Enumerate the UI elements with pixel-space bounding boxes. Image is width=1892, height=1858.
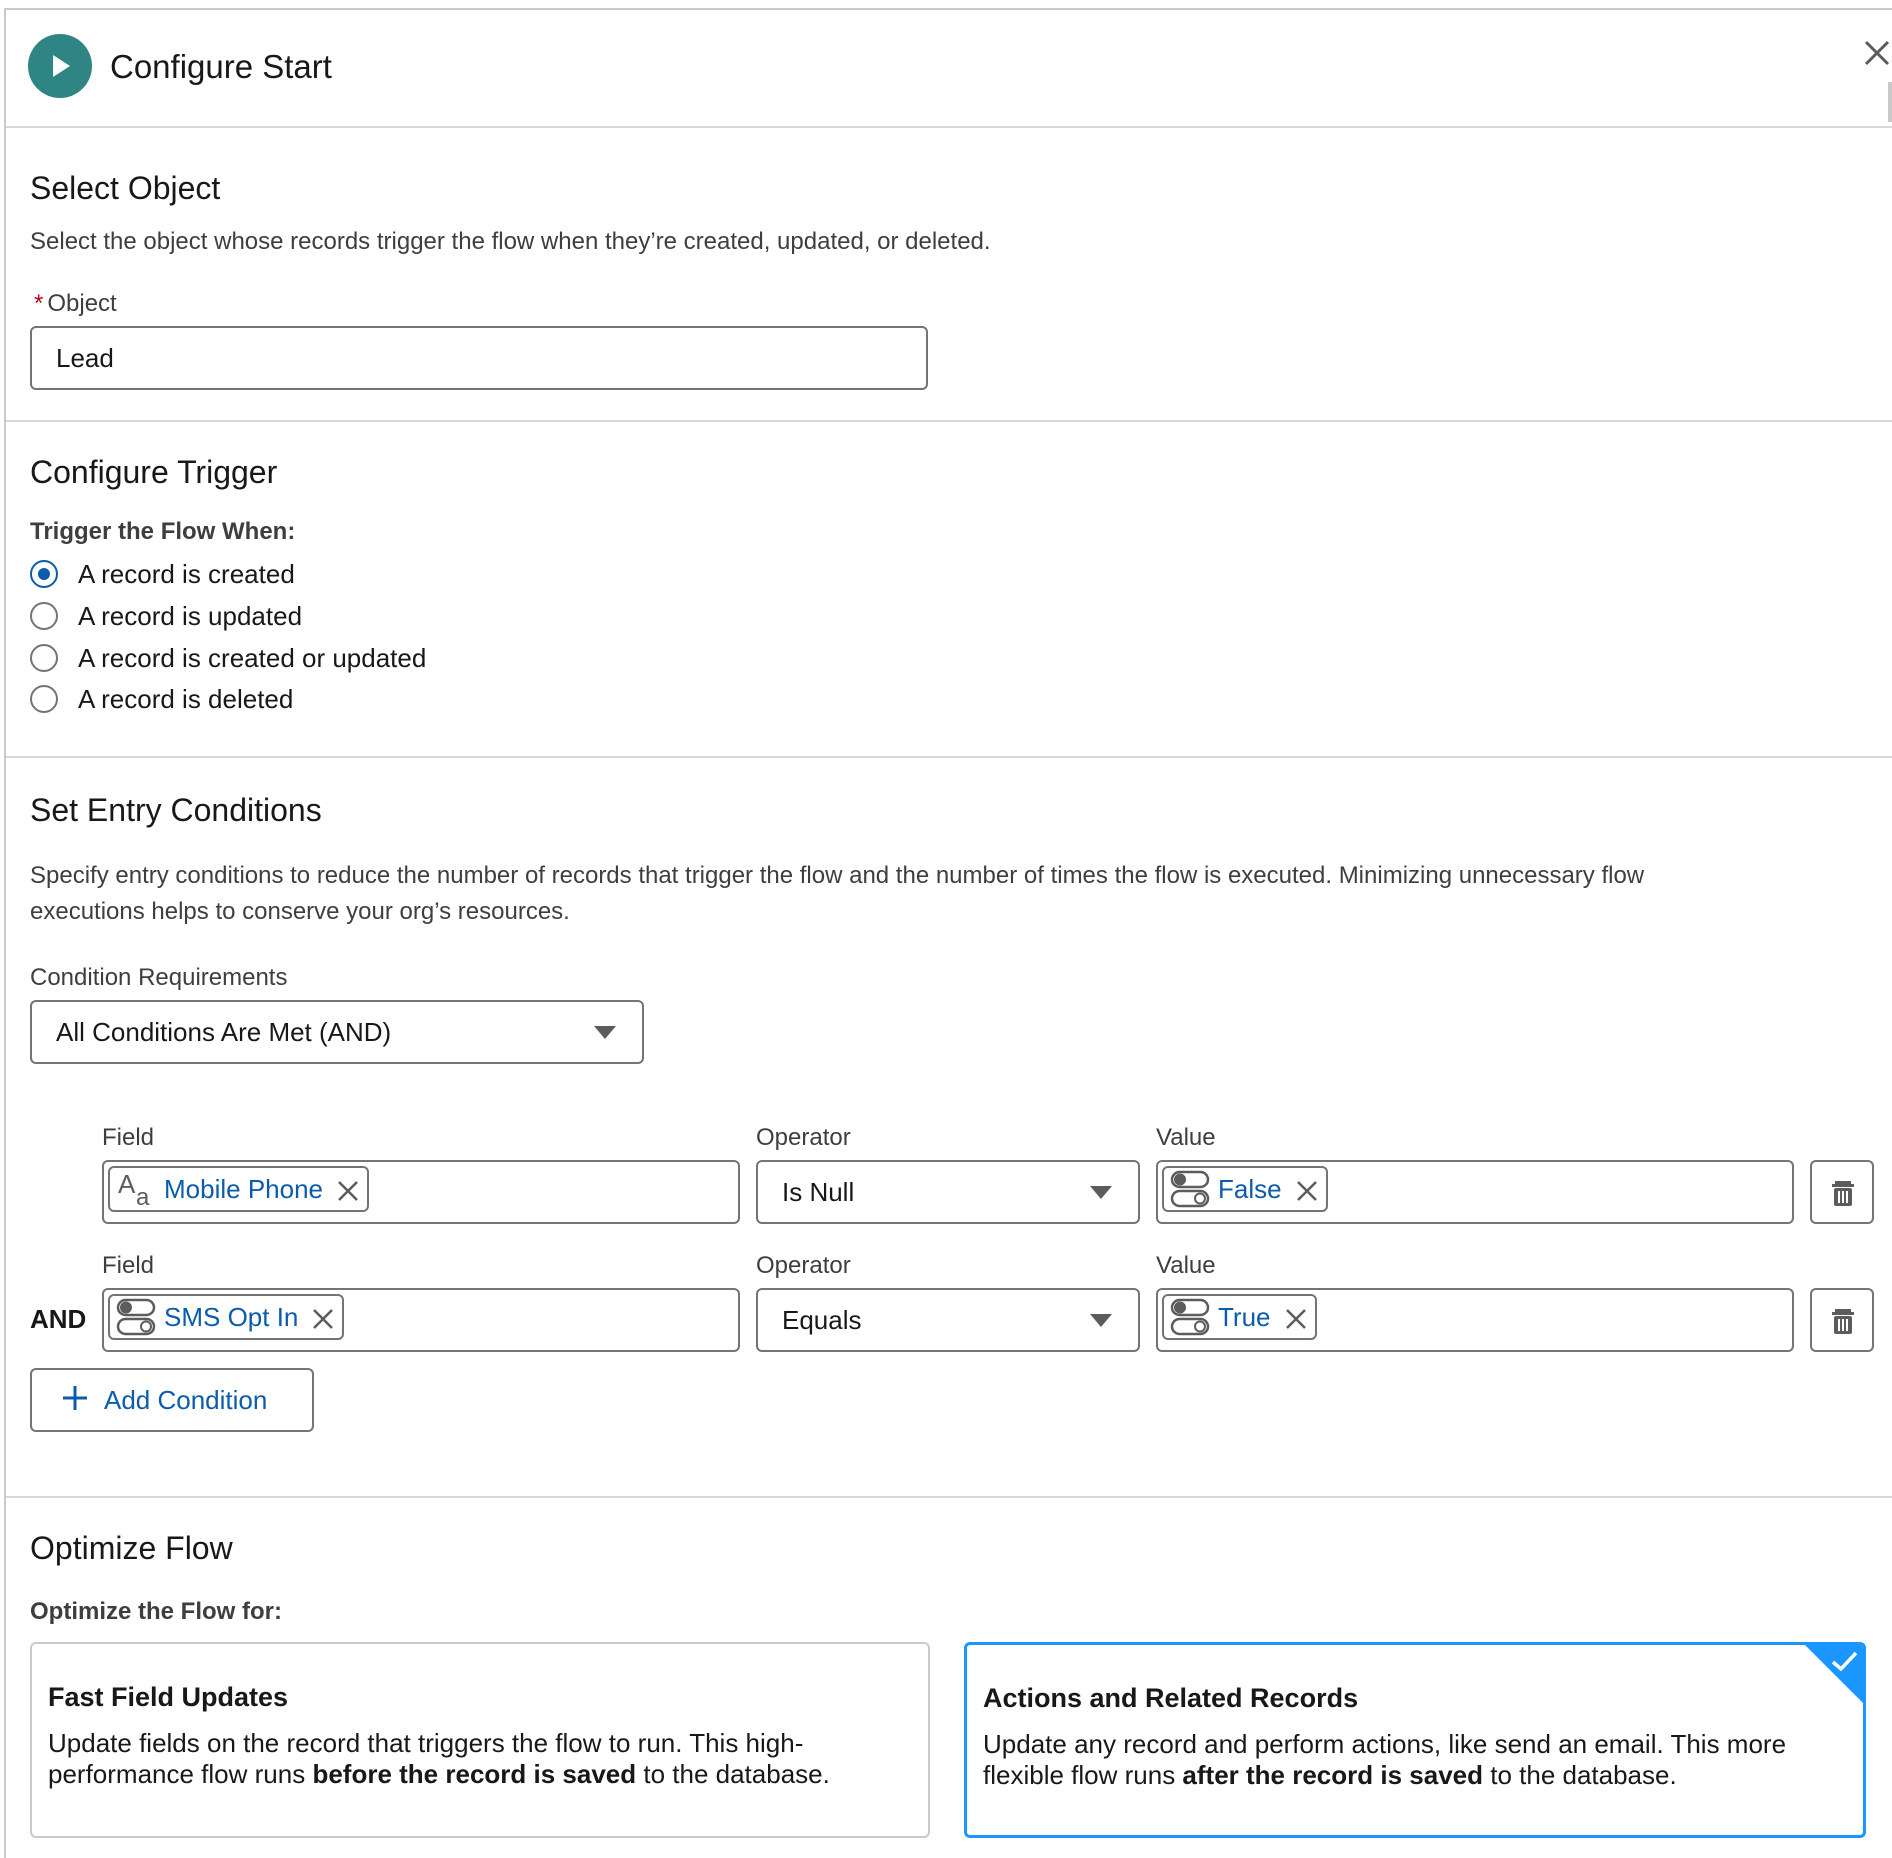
chevron-down-icon [594, 1026, 616, 1039]
svg-text:a: a [136, 1184, 150, 1209]
toggle-icon [1170, 1297, 1210, 1337]
fast-field-updates-card[interactable]: Fast Field Updates Update fields on the … [30, 1642, 930, 1838]
card-desc-text-end: to the database. [1483, 1760, 1677, 1790]
field-pill-label: Mobile Phone [164, 1173, 323, 1204]
delete-condition-2-button[interactable] [1810, 1288, 1874, 1352]
card-description: Update fields on the record that trigger… [48, 1728, 908, 1790]
operator-label: Operator [756, 1252, 851, 1279]
radio-label: A record is created [78, 558, 295, 589]
condition-2-value-input[interactable]: True [1156, 1288, 1794, 1352]
condition-1-field-input[interactable]: A a Mobile Phone [102, 1160, 740, 1224]
trash-icon [1832, 1309, 1854, 1334]
field-label: Field [102, 1124, 155, 1151]
radio-button[interactable] [30, 602, 58, 630]
toggle-icon [116, 1297, 156, 1337]
radio-record-deleted[interactable]: A record is deleted [30, 681, 293, 717]
configure-trigger-title: Configure Trigger [30, 454, 278, 490]
optimize-flow-label: Optimize the Flow for: [30, 1598, 282, 1625]
radio-label: A record is updated [78, 600, 303, 631]
entry-conditions-title: Set Entry Conditions [30, 792, 322, 828]
object-label-text: Object [47, 290, 117, 317]
value-label: Value [1156, 1124, 1216, 1151]
scrollbar-edge [1888, 82, 1892, 122]
add-condition-label: Add Condition [104, 1384, 268, 1415]
play-icon [28, 34, 92, 98]
radio-label: A record is created or updated [78, 642, 427, 673]
entry-conditions-description-2: executions helps to conserve your org’s … [30, 898, 570, 925]
field-label: Field [102, 1252, 155, 1279]
remove-icon[interactable] [1296, 1178, 1318, 1201]
operator-value: Equals [782, 1304, 862, 1335]
checkmark-icon [1829, 1649, 1859, 1680]
delete-condition-1-button[interactable] [1810, 1160, 1874, 1224]
entry-conditions-description-1: Specify entry conditions to reduce the n… [30, 862, 1645, 889]
select-object-section: Select Object Select the object whose re… [6, 128, 1892, 422]
close-icon[interactable] [1862, 38, 1892, 76]
object-input[interactable]: Lead [30, 326, 928, 390]
card-desc-text-end: to the database. [636, 1759, 830, 1789]
card-title: Actions and Related Records [983, 1683, 1359, 1713]
remove-icon[interactable] [1285, 1306, 1307, 1329]
remove-icon[interactable] [312, 1306, 334, 1329]
chevron-down-icon [1090, 1314, 1112, 1327]
radio-record-updated[interactable]: A record is updated [30, 598, 302, 634]
radio-button-selected[interactable] [30, 560, 58, 588]
radio-record-created[interactable]: A record is created [30, 556, 295, 592]
plus-icon [62, 1385, 88, 1416]
card-description: Update any record and perform actions, l… [983, 1729, 1843, 1791]
radio-record-created-or-updated[interactable]: A record is created or updated [30, 640, 426, 676]
object-label: * Object [34, 290, 117, 318]
radio-label: A record is deleted [78, 683, 294, 714]
required-marker: * [34, 290, 44, 317]
text-field-icon: A a [116, 1169, 156, 1211]
optimize-flow-title: Optimize Flow [30, 1530, 233, 1566]
operator-label: Operator [756, 1124, 851, 1151]
radio-button[interactable] [30, 685, 58, 713]
condition-requirements-label: Condition Requirements [30, 964, 288, 991]
card-desc-bold: before the record is saved [312, 1759, 637, 1789]
field-pill[interactable]: SMS Opt In [108, 1294, 345, 1340]
condition-2-field-input[interactable]: SMS Opt In [102, 1288, 740, 1352]
radio-button[interactable] [30, 644, 58, 672]
add-condition-button[interactable]: Add Condition [30, 1368, 314, 1432]
panel-title: Configure Start [110, 48, 332, 85]
value-pill-label: True [1218, 1301, 1271, 1332]
object-input-value: Lead [56, 342, 114, 373]
card-title: Fast Field Updates [48, 1682, 289, 1712]
condition-1-operator-select[interactable]: Is Null [756, 1160, 1140, 1224]
operator-value: Is Null [782, 1176, 855, 1207]
field-pill[interactable]: A a Mobile Phone [108, 1166, 369, 1212]
chevron-down-icon [1090, 1186, 1112, 1199]
svg-text:A: A [118, 1169, 136, 1199]
value-pill[interactable]: True [1162, 1294, 1317, 1340]
panel-header: Configure Start [6, 10, 1892, 128]
and-logic-label: AND [30, 1304, 87, 1334]
remove-icon[interactable] [337, 1178, 359, 1201]
configure-start-panel: Configure Start Select Object Select the… [4, 8, 1892, 1858]
value-pill-label: False [1218, 1173, 1282, 1204]
value-label: Value [1156, 1252, 1216, 1279]
select-object-description: Select the object whose records trigger … [30, 228, 991, 255]
field-pill-label: SMS Opt In [164, 1301, 299, 1332]
select-object-title: Select Object [30, 170, 221, 206]
toggle-icon [1170, 1169, 1210, 1209]
condition-requirements-select[interactable]: All Conditions Are Met (AND) [30, 1000, 644, 1064]
condition-2-operator-select[interactable]: Equals [756, 1288, 1140, 1352]
condition-requirements-value: All Conditions Are Met (AND) [56, 1016, 392, 1047]
actions-related-records-card[interactable]: Actions and Related Records Update any r… [964, 1642, 1866, 1838]
trigger-label: Trigger the Flow When: [30, 518, 296, 545]
card-desc-bold: after the record is saved [1182, 1760, 1483, 1790]
trash-icon [1832, 1181, 1854, 1206]
configure-trigger-section: Configure Trigger Trigger the Flow When:… [6, 422, 1892, 758]
condition-1-value-input[interactable]: False [1156, 1160, 1794, 1224]
value-pill[interactable]: False [1162, 1166, 1328, 1212]
